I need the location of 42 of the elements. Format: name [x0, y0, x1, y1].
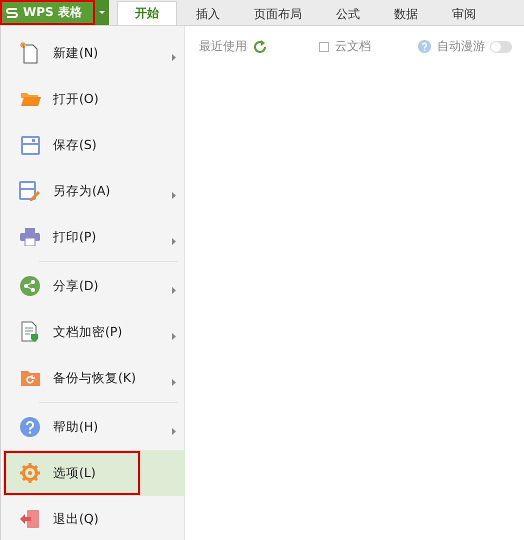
menu-item[interactable]: 文档加密(P): [1, 309, 184, 355]
share-icon: [20, 276, 40, 296]
ribbon-tab[interactable]: 审阅: [437, 3, 491, 25]
menu-item[interactable]: 退出(Q): [1, 496, 184, 540]
menu-item[interactable]: 保存(S): [1, 122, 184, 168]
help-icon[interactable]: [418, 40, 431, 53]
s-logo-icon: [6, 6, 18, 18]
ribbon-tab[interactable]: 数据: [379, 3, 433, 25]
ribbon-tab[interactable]: 插入: [181, 3, 235, 25]
save-icon: [20, 136, 40, 154]
submenu-arrow-icon: [172, 238, 176, 245]
menu-item[interactable]: 分享(D): [1, 263, 184, 309]
submenu-arrow-icon: [172, 333, 176, 340]
new-file-icon: [20, 42, 40, 64]
menu-item[interactable]: 备份与恢复(K): [1, 355, 184, 404]
roaming-label: 自动漫游: [437, 38, 485, 55]
exit-icon: [20, 510, 40, 528]
restore-folder-icon: [20, 369, 40, 387]
printer-icon: [20, 228, 40, 246]
folder-icon: [20, 91, 40, 107]
menu-item[interactable]: 打开(O): [1, 76, 184, 122]
menu-item[interactable]: 打印(P): [1, 214, 184, 263]
menu-item[interactable]: 帮助(H): [1, 404, 184, 450]
lock-document-icon: [21, 321, 39, 343]
submenu-arrow-icon: [172, 192, 176, 199]
help-icon: [20, 417, 40, 437]
ribbon-tab[interactable]: 开始: [117, 1, 177, 25]
menu-item[interactable]: 新建(N): [1, 30, 184, 76]
menu-item[interactable]: 另存为(A): [1, 168, 184, 214]
submenu-arrow-icon: [172, 287, 176, 294]
caret-icon: [99, 10, 105, 14]
dropdown-button[interactable]: [95, 0, 109, 25]
ribbon-tab[interactable]: 页面布局: [239, 3, 317, 25]
submenu-arrow-icon: [172, 379, 176, 386]
save-edit-icon: [19, 181, 41, 201]
submenu-arrow-icon: [172, 54, 176, 61]
submenu-arrow-icon: [172, 428, 176, 435]
ribbon-tab[interactable]: 公式: [321, 3, 375, 25]
settings-icon: [20, 463, 40, 483]
refresh-icon[interactable]: [253, 40, 267, 54]
roaming-toggle[interactable]: [490, 40, 512, 52]
section-title: 最近使用: [199, 38, 247, 55]
